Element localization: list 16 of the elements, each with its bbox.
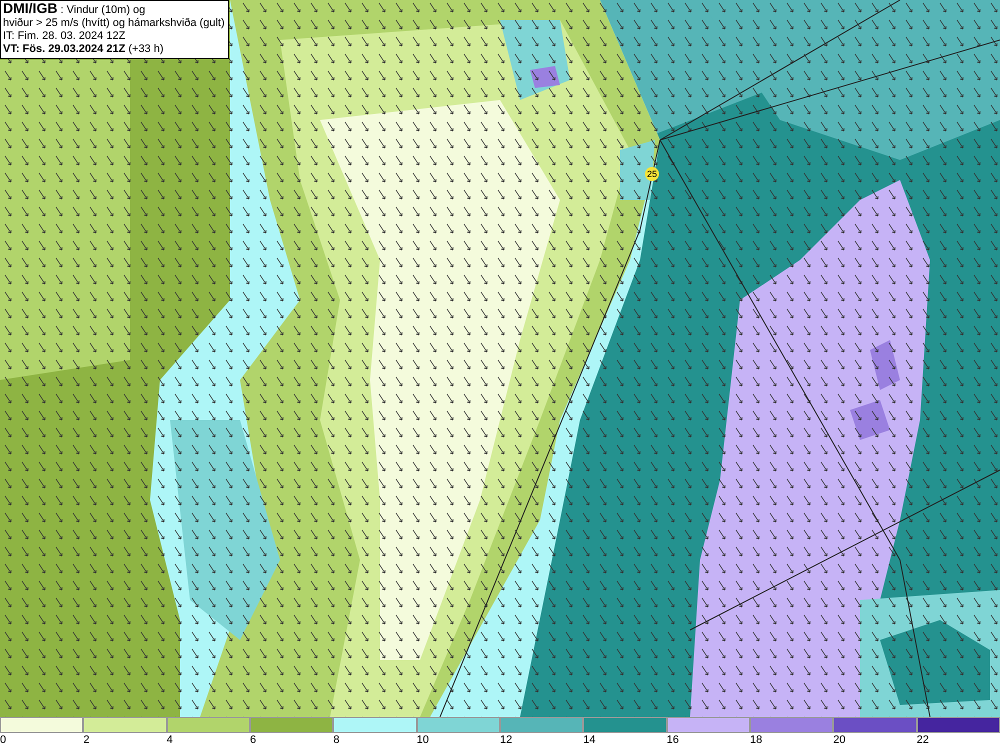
info-subtitle: hviður > 25 m/s (hvítt) og hámarkshviða (gult) (3, 17, 226, 30)
legend-label: 0 (0, 733, 6, 747)
legend-label: 10 (416, 733, 429, 747)
legend-label: 14 (583, 733, 596, 747)
legend-label: 22 (916, 733, 929, 747)
legend-label: 16 (666, 733, 679, 747)
legend-label: 2 (83, 733, 90, 747)
legend-label: 4 (166, 733, 173, 747)
initial-time: IT: Fim. 28. 03. 2024 12Z (3, 30, 126, 43)
legend-label: 20 (833, 733, 846, 747)
legend-label: 18 (750, 733, 762, 747)
info-title: DMI/IGB : Vindur (10m) og (3, 2, 146, 17)
valid-time: VT: Fös. 29.03.2024 21Z (+33 h) (3, 43, 165, 56)
legend-label: 12 (500, 733, 512, 747)
legend-label: 8 (333, 733, 340, 747)
legend-label: 6 (250, 733, 256, 747)
